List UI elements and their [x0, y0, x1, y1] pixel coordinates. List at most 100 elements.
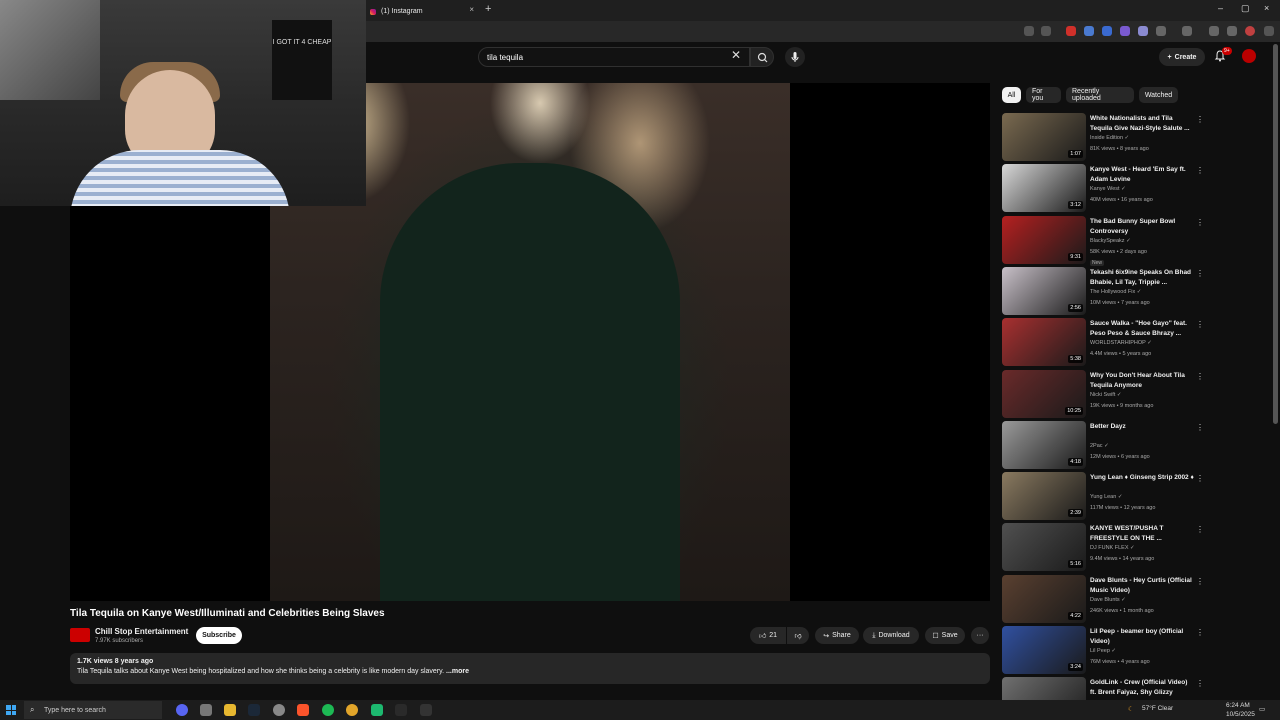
more-options-icon[interactable]: ⋮: [1196, 423, 1204, 432]
more-options-icon[interactable]: ⋮: [1196, 115, 1204, 124]
taskbar-search[interactable]: ⌕ Type here to search: [24, 701, 162, 719]
recommendation-channel[interactable]: DJ FUNK FLEX ✓: [1090, 545, 1135, 551]
video-thumbnail[interactable]: 9:31: [1002, 215, 1086, 264]
subscribe-button[interactable]: Subscribe: [196, 627, 242, 644]
download-button[interactable]: ⤓ Download: [863, 627, 919, 644]
settings-icon[interactable]: [273, 704, 285, 716]
chip-recently-uploaded[interactable]: Recently uploaded: [1066, 87, 1134, 103]
chip-watched[interactable]: Watched: [1139, 87, 1178, 103]
more-options-icon[interactable]: ⋮: [1196, 474, 1204, 483]
video-thumbnail[interactable]: 5:38: [1002, 318, 1086, 367]
window-close-button[interactable]: ×: [1264, 3, 1269, 13]
download-icon[interactable]: [1209, 26, 1219, 36]
bookmark-star-icon[interactable]: [1041, 26, 1051, 36]
video-thumbnail[interactable]: 4:18: [1002, 420, 1086, 469]
recommendation-channel[interactable]: Inside Edition ✓: [1090, 135, 1129, 141]
share-button[interactable]: ↪ Share: [815, 627, 859, 644]
recommendation-channel[interactable]: 2Pac ✓: [1090, 443, 1109, 449]
tab-instagram[interactable]: (1) Instagram ×: [364, 2, 482, 21]
channel-avatar[interactable]: [70, 628, 90, 642]
recommendation-card[interactable]: 3:24 Lil Peep - beamer boy (Official Vide…: [1002, 626, 1207, 674]
clear-search-icon[interactable]: ✕: [731, 48, 741, 62]
file-explorer-icon[interactable]: [224, 704, 236, 716]
more-options-icon[interactable]: ⋮: [1196, 166, 1204, 175]
profile-avatar[interactable]: [1245, 26, 1255, 36]
recommendation-title[interactable]: White Nationalists and Tila Tequila Give…: [1090, 114, 1194, 134]
app-icon[interactable]: [200, 704, 212, 716]
app-icon[interactable]: [420, 704, 432, 716]
terminal-icon[interactable]: [395, 704, 407, 716]
create-button[interactable]: + Create: [1159, 48, 1205, 66]
recommendation-channel[interactable]: Lil Peep ✓: [1090, 648, 1116, 654]
menu-dots-icon[interactable]: [1264, 26, 1274, 36]
recommendation-card[interactable]: 10:25 Why You Don't Hear About Tila Tequi…: [1002, 369, 1207, 418]
more-options-icon[interactable]: ⋮: [1196, 577, 1204, 586]
puzzle-icon[interactable]: [1156, 26, 1166, 36]
recommendation-card[interactable]: 4:18 Better Dayz 2Pac ✓ 12M views • 6 years…: [1002, 420, 1207, 469]
extension-icon[interactable]: [1066, 26, 1076, 36]
new-tab-button[interactable]: +: [485, 3, 491, 15]
description-box[interactable]: 1.7K views 8 years ago Tila Tequila talk…: [70, 653, 990, 684]
search-input[interactable]: tila tequila: [478, 47, 750, 67]
more-options-icon[interactable]: ⋮: [1196, 269, 1204, 278]
recommendation-card[interactable]: 5:16 KANYE WEST/PUSHA T FREESTYLE ON THE …: [1002, 523, 1207, 572]
recommendation-card[interactable]: 2:56 Tekashi 6ix9ine Speaks On Bhad Bhabi…: [1002, 266, 1207, 315]
video-thumbnail[interactable]: 1:07: [1002, 113, 1086, 161]
more-options-icon[interactable]: ⋮: [1196, 372, 1204, 381]
recommendation-channel[interactable]: BlackySpeakz ✓: [1090, 238, 1131, 244]
maximize-button[interactable]: ▢: [1241, 3, 1250, 14]
clock-date[interactable]: 10/5/2025: [1226, 711, 1255, 718]
more-options-icon[interactable]: ⋮: [1196, 679, 1204, 688]
chrome-icon[interactable]: [346, 704, 358, 716]
recommendation-channel[interactable]: The Hollywood Fix ✓: [1090, 289, 1141, 295]
recommendation-title[interactable]: Kanye West - Heard 'Em Say ft. Adam Levi…: [1090, 165, 1194, 185]
video-thumbnail[interactable]: 2:39: [1002, 472, 1086, 521]
recommendation-card[interactable]: 4:22 Dave Blunts - Hey Curtis (Official M…: [1002, 574, 1207, 623]
recommendation-channel[interactable]: Dave Blunts ✓: [1090, 597, 1126, 603]
extension-icon[interactable]: [1084, 26, 1094, 36]
tab-close-icon[interactable]: ×: [469, 5, 474, 14]
video-thumbnail[interactable]: 5:16: [1002, 523, 1086, 572]
recommendation-title[interactable]: Dave Blunts - Hey Curtis (Official Music…: [1090, 576, 1194, 596]
side-panel-icon[interactable]: [1182, 26, 1192, 36]
recommendation-title[interactable]: Lil Peep - beamer boy (Official Video): [1090, 627, 1194, 647]
recommendation-channel[interactable]: Nicki Swift ✓: [1090, 392, 1122, 398]
recommendation-card[interactable]: 9:31 The Bad Bunny Super Bowl Controversy…: [1002, 215, 1207, 266]
search-button[interactable]: [750, 47, 774, 67]
video-thumbnail[interactable]: 10:25: [1002, 369, 1086, 418]
channel-name[interactable]: Chill Stop Entertainment: [95, 627, 188, 636]
recommendation-title[interactable]: The Bad Bunny Super Bowl Controversy: [1090, 217, 1194, 237]
dislike-button[interactable]: 👎︎: [787, 627, 809, 644]
recommendation-title[interactable]: GoldLink - Crew (Official Video) ft. Bre…: [1090, 678, 1194, 698]
recommendation-channel[interactable]: Yung Lean ✓: [1090, 494, 1122, 500]
recommendation-title[interactable]: Better Dayz: [1090, 422, 1194, 432]
more-options-icon[interactable]: ⋮: [1196, 320, 1204, 329]
video-thumbnail[interactable]: 3:12: [1002, 164, 1086, 213]
chip-all[interactable]: All: [1002, 87, 1021, 103]
recommendation-channel[interactable]: Kanye West ✓: [1090, 186, 1126, 192]
more-options-icon[interactable]: ⋮: [1196, 218, 1204, 227]
recommendation-card[interactable]: 3:12 Kanye West - Heard 'Em Say ft. Adam …: [1002, 164, 1207, 213]
minimize-button[interactable]: –: [1218, 3, 1223, 13]
brave-icon[interactable]: [297, 704, 309, 716]
extension-icon[interactable]: [1102, 26, 1112, 36]
recommendation-card[interactable]: 1:07 White Nationalists and Tila Tequila …: [1002, 113, 1207, 161]
video-thumbnail[interactable]: 3:24: [1002, 626, 1086, 674]
notification-center-icon[interactable]: ▭: [1259, 705, 1265, 713]
recommendation-channel[interactable]: WORLDSTARHIPHOP ✓: [1090, 340, 1152, 346]
recommendation-title[interactable]: KANYE WEST/PUSHA T FREESTYLE ON THE ...: [1090, 524, 1194, 544]
more-options-icon[interactable]: ⋮: [1196, 628, 1204, 637]
recommendation-title[interactable]: Yung Lean ♦ Ginseng Strip 2002 ♦: [1090, 473, 1194, 483]
voice-search-button[interactable]: [785, 47, 805, 67]
discord-icon[interactable]: [176, 704, 188, 716]
app-icon[interactable]: [371, 704, 383, 716]
page-scrollbar[interactable]: [1273, 44, 1278, 424]
like-button[interactable]: 👍︎ 21: [750, 627, 786, 644]
video-thumbnail[interactable]: 4:22: [1002, 574, 1086, 623]
steam-icon[interactable]: [248, 704, 260, 716]
recommendation-title[interactable]: Sauce Walka - "Hoe Gayo" feat. Peso Peso…: [1090, 319, 1194, 339]
cast-icon[interactable]: [1024, 26, 1034, 36]
windows-start-icon[interactable]: [6, 705, 16, 715]
weather-text[interactable]: 57°F Clear: [1142, 705, 1173, 712]
video-thumbnail[interactable]: 2:56: [1002, 266, 1086, 315]
